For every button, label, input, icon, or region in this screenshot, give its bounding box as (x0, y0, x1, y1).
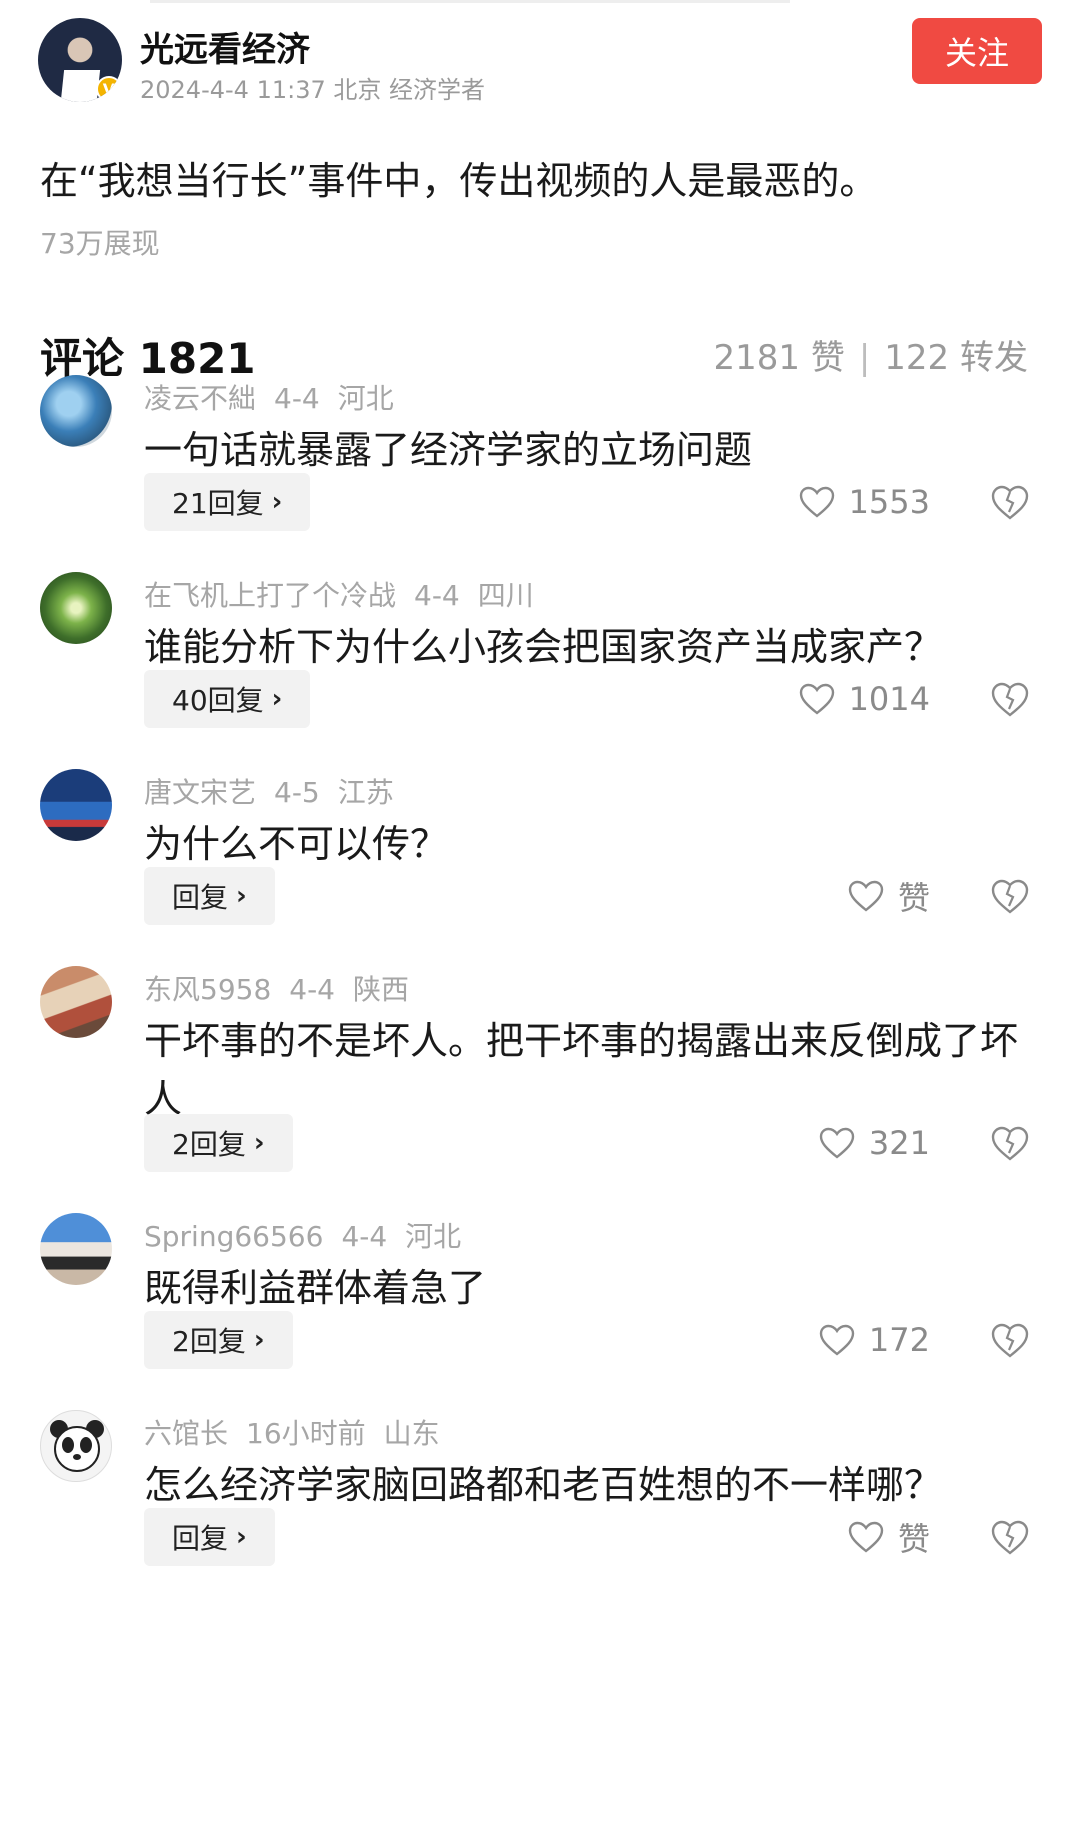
author-meta: 2024-4-4 11:37 北京 经济学者 (140, 76, 485, 104)
reply-button[interactable]: 40回复 › (144, 670, 311, 728)
globe-avatar[interactable] (40, 375, 112, 447)
reply-button[interactable]: 2回复 › (144, 1114, 293, 1172)
reply-label: 2回复 (172, 1128, 246, 1161)
reply-label: 21回复 (172, 487, 264, 520)
reply-button[interactable]: 回复 › (144, 1508, 275, 1566)
comment-location: 江苏 (337, 776, 394, 809)
dislike-broken-heart-icon[interactable] (990, 1517, 1030, 1557)
outdoor-avatar[interactable] (40, 966, 112, 1038)
comment-location: 山东 (383, 1417, 440, 1450)
comment-meta: 六馆长 16小时前 山东 (144, 1412, 458, 1452)
dislike-broken-heart-icon[interactable] (990, 876, 1030, 916)
comment-text: 为什么不可以传？ (144, 822, 449, 866)
comment-meta: 凌云不絀 4-4 河北 (144, 377, 412, 417)
author-avatar[interactable]: V (38, 18, 122, 102)
dislike-broken-heart-icon[interactable] (990, 1123, 1030, 1163)
like-count: 赞 (897, 1520, 930, 1558)
chevron-right-icon: › (236, 1522, 247, 1552)
reply-label: 40回复 (172, 684, 264, 717)
post-stats: 2181 赞 | 122 转发 (713, 330, 1028, 379)
chevron-right-icon: › (236, 881, 247, 911)
comment-text: 一句话就暴露了经济学家的立场问题 (144, 428, 753, 472)
comment-date: 4-4 (289, 973, 335, 1006)
dislike-broken-heart-icon[interactable] (990, 679, 1030, 719)
comment-location: 河北 (405, 1220, 462, 1253)
like-button[interactable]: 赞 (848, 1508, 930, 1566)
chevron-right-icon: › (253, 1128, 265, 1158)
news-avatar[interactable] (40, 769, 112, 841)
like-button[interactable]: 321 (819, 1114, 930, 1172)
reply-label: 回复 (172, 1522, 229, 1555)
heart-icon (848, 1521, 884, 1553)
comment-author[interactable]: 在飞机上打了个冷战 (144, 579, 396, 612)
chevron-right-icon: › (271, 684, 283, 714)
stats-separator: | (858, 338, 871, 378)
heart-icon (819, 1324, 855, 1356)
like-button[interactable]: 1553 (799, 473, 930, 531)
like-count: 321 (868, 1124, 930, 1162)
like-count: 172 (868, 1321, 930, 1359)
comment-author[interactable]: 东风5958 (144, 973, 271, 1006)
heart-icon (799, 683, 834, 715)
dislike-broken-heart-icon[interactable] (990, 1320, 1030, 1360)
heart-icon (799, 486, 834, 518)
like-button[interactable]: 172 (819, 1311, 930, 1369)
comment-text: 既得利益群体着急了 (144, 1266, 487, 1310)
comment-meta: 在飞机上打了个冷战 4-4 四川 (144, 574, 552, 614)
portrait-avatar[interactable] (40, 1213, 112, 1285)
panda-avatar[interactable] (40, 1410, 112, 1482)
reply-label: 回复 (172, 881, 229, 914)
comment-date: 16小时前 (246, 1417, 366, 1450)
post-header: V 光远看经济 2024-4-4 11:37 北京 经济学者 关注 (38, 18, 1042, 108)
heart-icon (848, 880, 884, 912)
like-button[interactable]: 1014 (799, 670, 930, 728)
comment-date: 4-4 (414, 579, 460, 612)
dislike-broken-heart-icon[interactable] (990, 482, 1030, 522)
comment-meta: 唐文宋艺 4-5 江苏 (144, 771, 412, 811)
view-count: 73万展现 (40, 227, 160, 260)
like-count: 1014 (848, 680, 930, 718)
reply-label: 2回复 (172, 1325, 246, 1358)
heart-icon (819, 1127, 855, 1159)
avatar-shirt-shape (59, 70, 101, 102)
reply-button[interactable]: 21回复 › (144, 473, 311, 531)
comment-author[interactable]: 六馆长 (144, 1417, 228, 1450)
verified-badge-icon: V (96, 76, 122, 102)
comment-location: 河北 (337, 382, 394, 415)
comment-meta: 东风5958 4-4 陕西 (144, 968, 427, 1008)
comment-author[interactable]: 唐文宋艺 (144, 776, 256, 809)
comment-location: 四川 (477, 579, 534, 612)
likes-count[interactable]: 2181 赞 (713, 338, 844, 378)
comment-author[interactable]: 凌云不絀 (144, 382, 256, 415)
like-count: 1553 (848, 483, 930, 521)
comment-date: 4-4 (274, 382, 320, 415)
like-button[interactable]: 赞 (848, 867, 930, 925)
comment-author[interactable]: Spring66566 (144, 1220, 323, 1253)
comment-text: 怎么经济学家脑回路都和老百姓想的不一样哪？ (144, 1463, 943, 1507)
comment-meta: Spring66566 4-4 河北 (144, 1215, 479, 1255)
panda-icon (50, 1420, 104, 1472)
comment-text: 谁能分析下为什么小孩会把国家资产当成家产？ (144, 625, 943, 669)
shares-count[interactable]: 122 转发 (884, 338, 1028, 378)
top-divider (150, 0, 790, 3)
reply-button[interactable]: 回复 › (144, 867, 275, 925)
comment-text: 干坏事的不是坏人。把干坏事的揭露出来反倒成了坏人 (144, 1019, 1019, 1121)
like-count: 赞 (897, 879, 930, 917)
comment-date: 4-4 (341, 1220, 388, 1253)
reply-button[interactable]: 2回复 › (144, 1311, 293, 1369)
chevron-right-icon: › (271, 487, 283, 517)
tree-avatar[interactable] (40, 572, 112, 644)
comment-location: 陕西 (353, 973, 410, 1006)
chevron-right-icon: › (253, 1325, 265, 1355)
author-name[interactable]: 光远看经济 (140, 22, 310, 71)
comment-date: 4-5 (274, 776, 320, 809)
post-text: 在“我想当行长”事件中，传出视频的人是最恶的。 (40, 159, 878, 203)
follow-button[interactable]: 关注 (912, 18, 1042, 84)
